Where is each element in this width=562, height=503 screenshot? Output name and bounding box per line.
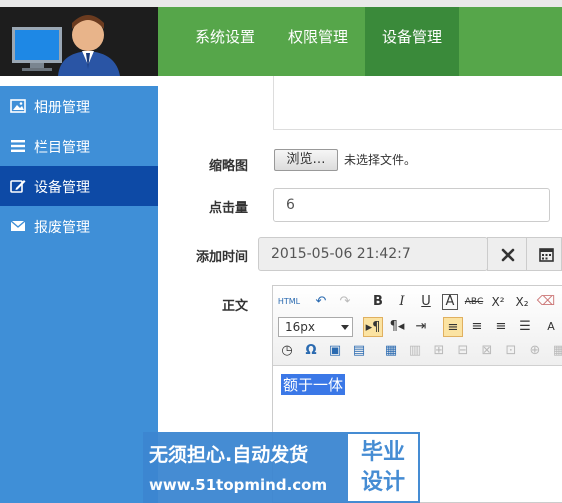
redo-icon[interactable]: ↷ (335, 292, 355, 312)
chevron-down-icon (341, 325, 349, 330)
italic-icon[interactable]: I (392, 292, 412, 312)
sidebar: 相册管理 栏目管理 设备管理 报废管理 (0, 86, 158, 503)
insert-col-icon[interactable]: ⊟ (453, 341, 473, 361)
sidebar-item-column[interactable]: 栏目管理 (0, 126, 158, 166)
close-icon (501, 248, 515, 262)
watermark-badge-line1: 毕业 (360, 440, 405, 465)
ltr-direction-icon[interactable]: ▸¶ (363, 317, 383, 337)
align-right-icon[interactable]: ≡ (491, 317, 511, 337)
browse-file-button[interactable]: 浏览… (274, 149, 338, 171)
description-textarea[interactable] (273, 76, 562, 130)
list-icon (11, 140, 25, 152)
superscript-icon[interactable]: X² (488, 292, 508, 312)
split-cell-icon[interactable]: ⊡ (501, 341, 521, 361)
clicks-input[interactable]: 6 (273, 188, 550, 222)
image-insert-icon[interactable]: ▤ (349, 341, 369, 361)
eraser-icon[interactable]: ⌫ (536, 292, 556, 312)
editor-content[interactable]: 额于一体 (281, 374, 346, 395)
tab-device-management[interactable]: 设备管理 (365, 7, 459, 76)
thumbnail-label: 缩略图 (208, 159, 248, 174)
font-size-value: 16px (285, 320, 315, 334)
sidebar-item-label: 栏目管理 (34, 140, 90, 156)
align-center-icon[interactable]: ≡ (467, 317, 487, 337)
indent-icon[interactable]: ⇥ (411, 317, 431, 337)
time-icon[interactable]: ◷ (277, 341, 297, 361)
clicks-label: 点击量 (208, 201, 248, 216)
envelope-icon (10, 220, 26, 231)
emotion-icon[interactable]: ▣ (325, 341, 345, 361)
delete-table-icon[interactable]: ▦ (549, 341, 562, 361)
font-family-icon[interactable]: A (541, 317, 561, 337)
top-nav: 系统设置 权限管理 设备管理 (158, 7, 562, 76)
watermark-text: 无须担心.自动发货 (149, 444, 309, 466)
sidebar-item-label: 设备管理 (34, 180, 90, 196)
watermark: 无须担心.自动发货 www.51topmind.com 毕业 设计 (143, 432, 420, 503)
underline-icon[interactable]: U (416, 292, 436, 312)
watermark-badge: 毕业 设计 (348, 434, 418, 501)
body-label: 正文 (221, 299, 248, 314)
logo (0, 7, 158, 76)
admin-logo-icon (0, 7, 158, 76)
font-size-select[interactable]: 16px (278, 317, 353, 337)
html-source-button[interactable]: HTML (277, 292, 301, 312)
table-prop-icon[interactable]: ⊕ (525, 341, 545, 361)
bold-icon[interactable]: B (368, 292, 388, 312)
insert-row-icon[interactable]: ⊞ (429, 341, 449, 361)
undo-icon[interactable]: ↶ (311, 292, 331, 312)
tab-permission-management[interactable]: 权限管理 (272, 7, 364, 76)
image-icon (10, 99, 26, 113)
table-merge-icon[interactable]: ▥ (405, 341, 425, 361)
calendar-button[interactable] (526, 237, 562, 271)
tab-system-settings[interactable]: 系统设置 (180, 7, 270, 76)
editor-toolbar: HTML ↶ ↷ B I U A ABC X² X₂ ⌫ 16px ▸¶ ¶◂ … (273, 286, 562, 366)
align-justify-icon[interactable]: ☰ (515, 317, 535, 337)
delete-row-icon[interactable]: ⊠ (477, 341, 497, 361)
file-status-text: 未选择文件。 (344, 153, 417, 167)
top-strip (0, 0, 562, 7)
sidebar-item-album[interactable]: 相册管理 (0, 86, 158, 126)
font-border-icon[interactable]: A (442, 294, 458, 310)
table-icon[interactable]: ▦ (381, 341, 401, 361)
sidebar-item-scrap[interactable]: 报废管理 (0, 206, 158, 246)
sidebar-item-label: 报废管理 (34, 220, 90, 236)
sidebar-item-device[interactable]: 设备管理 (0, 166, 158, 206)
strikethrough-icon[interactable]: ABC (464, 292, 484, 312)
clear-time-button[interactable] (487, 237, 527, 271)
special-char-icon[interactable]: Ω (301, 341, 321, 361)
watermark-badge-line2: 设计 (360, 470, 405, 495)
subscript-icon[interactable]: X₂ (512, 292, 532, 312)
edit-icon (10, 180, 26, 193)
align-left-icon[interactable]: ≡ (443, 317, 463, 337)
add-time-label: 添加时间 (195, 250, 248, 265)
calendar-icon (539, 248, 554, 262)
add-time-input[interactable]: 2015-05-06 21:42:7 (258, 237, 488, 271)
sidebar-item-label: 相册管理 (34, 100, 90, 116)
watermark-url: www.51topmind.com (149, 476, 328, 494)
rtl-direction-icon[interactable]: ¶◂ (387, 317, 407, 337)
